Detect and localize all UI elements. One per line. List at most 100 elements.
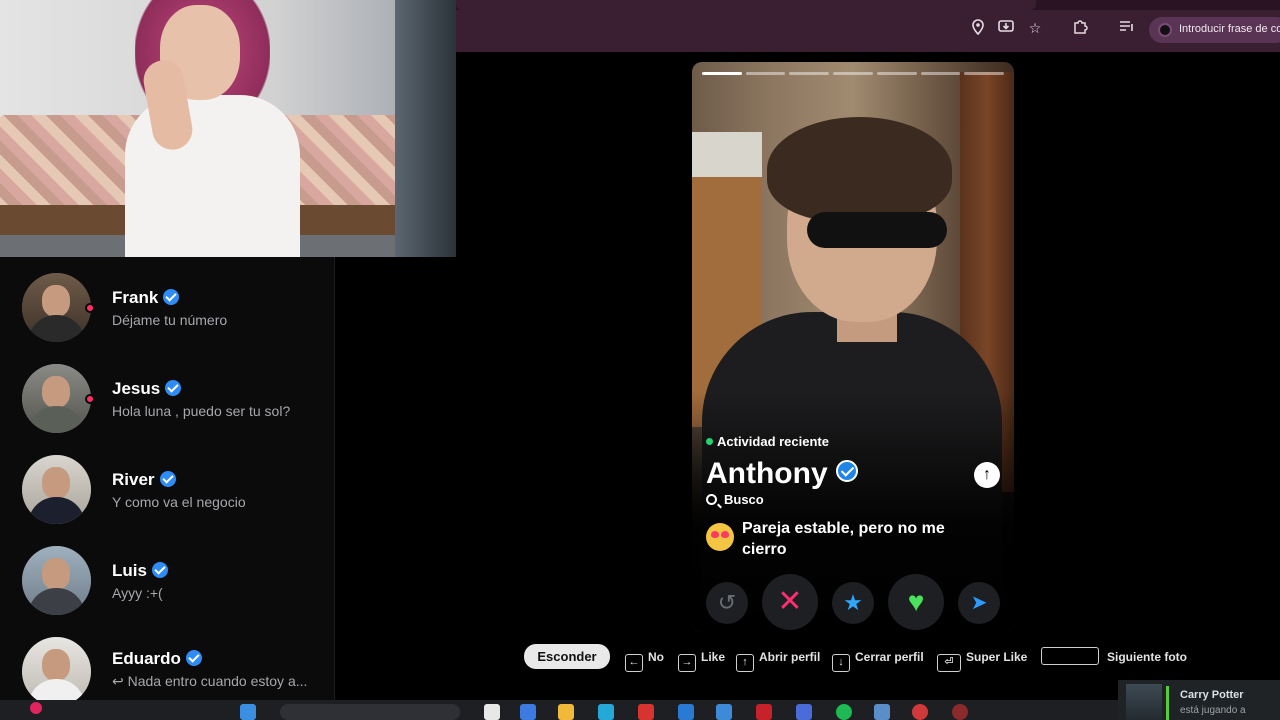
- hint-no: ← No: [625, 647, 664, 672]
- arrow-up-key-icon: ↑: [736, 654, 754, 672]
- location-pin-icon[interactable]: [969, 19, 987, 37]
- notification-badge[interactable]: [30, 702, 42, 714]
- relationship-goal: Pareja estable, pero no me cierro: [742, 520, 945, 558]
- media-controls-icon[interactable]: [1118, 19, 1136, 37]
- passphrase-placeholder: Introducir frase de co: [1179, 23, 1280, 35]
- heart-icon: ♥: [907, 586, 925, 617]
- extensions-icon[interactable]: [1071, 19, 1089, 37]
- friend-activity-toast[interactable]: Carry Potter está jugando a: [1118, 680, 1280, 720]
- photo-sunglasses: [807, 212, 947, 248]
- photo-indicator[interactable]: [876, 72, 917, 75]
- app-icon[interactable]: [796, 704, 812, 720]
- avatar: [22, 637, 91, 700]
- chrome-icon[interactable]: [912, 704, 928, 720]
- boost-button[interactable]: ➤: [958, 582, 1000, 624]
- activity-status: Actividad reciente: [706, 434, 829, 449]
- start-menu-icon[interactable]: [240, 704, 256, 720]
- spotify-icon[interactable]: [836, 704, 852, 720]
- webcam-overlay: [0, 0, 456, 257]
- like-button[interactable]: ♥: [888, 574, 944, 630]
- photo-hair: [767, 117, 952, 222]
- hint-open-profile: ↑ Abrir perfil: [736, 647, 820, 672]
- photo-indicator[interactable]: [745, 72, 786, 75]
- store-icon[interactable]: [598, 704, 614, 720]
- webcam-door: [395, 0, 456, 257]
- avatar: [22, 273, 91, 342]
- unread-indicator: [85, 394, 95, 404]
- active-tab[interactable]: [456, 0, 1036, 10]
- verified-badge-icon: [151, 562, 168, 578]
- photo-indicator[interactable]: [789, 72, 830, 75]
- conversation-name: Jesus: [112, 379, 182, 399]
- messages-sidebar: Frank Déjame tu número Jesus Hola luna ,…: [0, 257, 335, 700]
- conversation-item-eduardo[interactable]: Eduardo ↩ Nada entro cuando estoy a...: [0, 634, 334, 700]
- edge-browser-icon[interactable]: [520, 704, 536, 720]
- heart-eyes-emoji-icon: [706, 523, 734, 551]
- close-icon: ✕: [777, 585, 803, 618]
- open-profile-button[interactable]: ↑: [974, 462, 1000, 488]
- avatar: [22, 364, 91, 433]
- os-taskbar: [0, 700, 1280, 720]
- activity-dot-icon: [706, 438, 713, 445]
- profile-avatar: [1158, 23, 1172, 37]
- nope-button[interactable]: ✕: [762, 574, 818, 630]
- taskbar-search[interactable]: [280, 704, 460, 720]
- conversation-item-luis[interactable]: Luis Ayyy :+(: [0, 543, 334, 633]
- conversation-preview: Hola luna , puedo ser tu sol?: [112, 403, 291, 419]
- rewind-button[interactable]: ↺: [706, 582, 748, 624]
- file-icon[interactable]: [484, 704, 500, 720]
- app-icon[interactable]: [716, 704, 732, 720]
- bookmark-star-icon[interactable]: ☆: [1026, 19, 1044, 37]
- profile-name: Anthony: [706, 457, 858, 491]
- conversation-name: Luis: [112, 561, 168, 581]
- conversation-preview: Déjame tu número: [112, 312, 228, 328]
- app-icon[interactable]: [678, 704, 694, 720]
- photo-indicator[interactable]: [833, 72, 873, 75]
- hint-like: → Like: [678, 647, 725, 672]
- conversation-name: Eduardo: [112, 649, 202, 669]
- photo-indicator[interactable]: [702, 72, 742, 75]
- online-status-bar: [1166, 686, 1169, 720]
- tab-strip: [456, 0, 1280, 10]
- photo-indicator[interactable]: [964, 72, 1005, 75]
- verified-badge-icon: [159, 471, 176, 487]
- swipe-actions: ↺ ✕ ★ ♥ ➤: [692, 574, 1014, 630]
- passphrase-chip[interactable]: Introducir frase de co: [1149, 17, 1280, 43]
- hint-next-photo: Siguiente foto: [1041, 647, 1187, 667]
- friend-name: Carry Potter: [1180, 689, 1244, 701]
- verified-badge-icon: [163, 289, 180, 305]
- super-like-button[interactable]: ★: [832, 582, 874, 624]
- conversation-preview: Ayyy :+(: [112, 585, 163, 601]
- avatar: [22, 455, 91, 524]
- app-icon[interactable]: [874, 704, 890, 720]
- conversation-preview: Y como va el negocio: [112, 494, 246, 510]
- arrow-left-key-icon: ←: [625, 654, 643, 672]
- photo-indicator[interactable]: [920, 72, 961, 75]
- verified-badge-icon: [185, 650, 202, 666]
- seeking-label: Busco: [706, 492, 764, 507]
- star-icon: ★: [843, 590, 863, 615]
- photo-progress-bar: [702, 72, 1005, 75]
- arrow-down-key-icon: ↓: [832, 654, 850, 672]
- spacebar-key-icon: [1041, 647, 1099, 665]
- conversation-name: River: [112, 470, 176, 490]
- app-icon[interactable]: [638, 704, 654, 720]
- conversation-item-frank[interactable]: Frank Déjame tu número: [0, 270, 334, 360]
- app-icon[interactable]: [952, 704, 968, 720]
- friend-avatar: [1126, 684, 1162, 720]
- hide-hints-button[interactable]: Esconder: [524, 644, 610, 669]
- arrow-right-key-icon: →: [678, 654, 696, 672]
- conversation-name: Frank: [112, 288, 180, 308]
- folder-icon[interactable]: [558, 704, 574, 720]
- install-app-icon[interactable]: [997, 19, 1015, 37]
- conversation-item-jesus[interactable]: Jesus Hola luna , puedo ser tu sol?: [0, 361, 334, 451]
- hint-super-like: ⏎ Super Like: [937, 647, 1027, 672]
- verified-badge-icon: [165, 380, 182, 396]
- browser-toolbar: ☆ Introducir frase de co: [456, 0, 1280, 52]
- keyboard-hints: Esconder ← No → Like ↑ Abrir perfil ↓ Cerrar…: [524, 644, 1224, 672]
- conversation-item-river[interactable]: River Y como va el negocio: [0, 452, 334, 542]
- profile-card[interactable]: Actividad reciente Anthony ↑ Busco Parej…: [692, 62, 1014, 632]
- conversation-preview: ↩ Nada entro cuando estoy a...: [112, 673, 308, 689]
- app-icon[interactable]: [756, 704, 772, 720]
- send-icon: ➤: [970, 592, 988, 614]
